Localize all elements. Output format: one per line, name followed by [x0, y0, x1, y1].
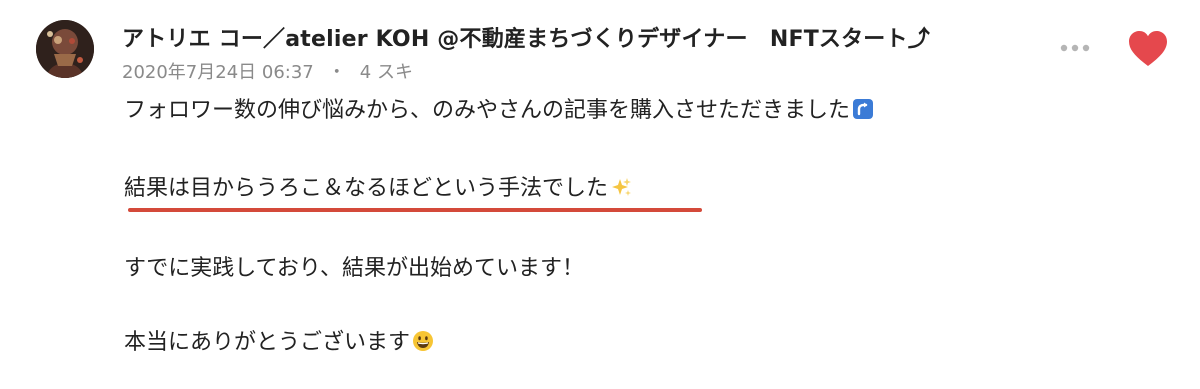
paragraph-text: 本当にありがとうございます — [124, 330, 411, 355]
comment-meta: 2020年7月24日 06:37 ・ 4 スキ — [122, 58, 413, 84]
comment-date: 2020年7月24日 06:37 — [122, 62, 314, 83]
highlight-underline — [128, 208, 702, 212]
grinning-face-icon — [412, 329, 434, 351]
sparkles-icon — [610, 175, 632, 197]
meta-separator: ・ — [327, 62, 346, 83]
avatar[interactable] — [36, 20, 94, 78]
comment-paragraph: フォロワー数の伸び悩みから、のみやさんの記事を購入させただきました — [124, 94, 874, 128]
comment-paragraph: すでに実践しており、結果が出始めています！ — [124, 252, 584, 286]
paragraph-text: すでに実践しており、結果が出始めています！ — [124, 256, 585, 281]
comment-card: アトリエ コー／atelier KOH @不動産まちづくりデザイナー NFTスタ… — [0, 0, 1200, 389]
paragraph-text: 結果は目からうろこ＆なるほどという手法でした — [124, 176, 609, 201]
comment-paragraph: 結果は目からうろこ＆なるほどという手法でした — [124, 172, 632, 206]
comment-paragraph: 本当にありがとうございます — [124, 326, 434, 360]
author-name[interactable]: アトリエ コー／atelier KOH @不動産まちづくりデザイナー NFTスタ… — [122, 21, 930, 53]
paragraph-text: フォロワー数の伸び悩みから、のみやさんの記事を購入させただきました — [124, 98, 851, 123]
more-options-icon[interactable] — [1058, 38, 1092, 58]
heart-icon[interactable] — [1128, 30, 1168, 68]
likes-count[interactable]: 4 スキ — [360, 62, 413, 83]
arrow-up-right-box-icon — [852, 97, 874, 119]
